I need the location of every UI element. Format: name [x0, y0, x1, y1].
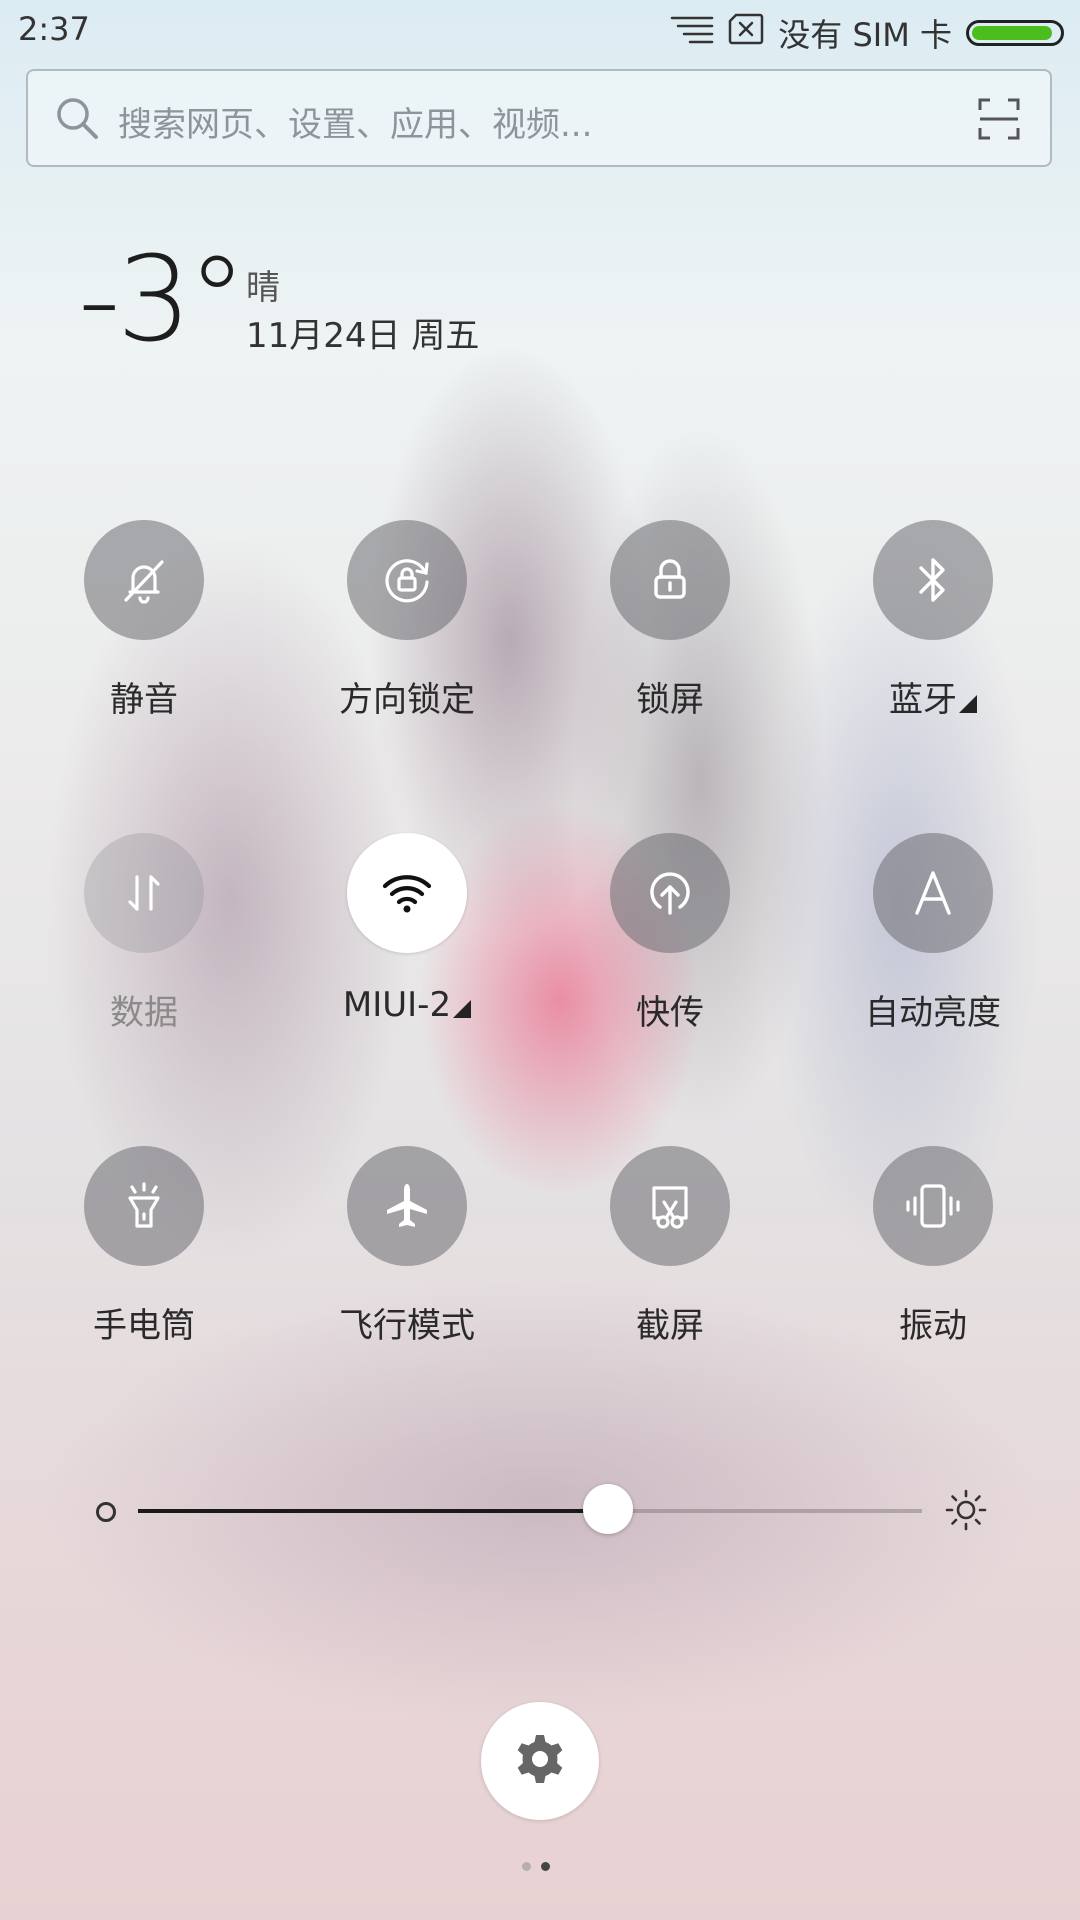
lock-icon: [610, 520, 730, 640]
toggle-label-wifi: MIUI-2: [287, 985, 527, 1025]
search-icon: [54, 95, 100, 145]
toggle-vibrate[interactable]: 振动: [813, 1146, 1053, 1356]
weather-temperature: -3°: [78, 230, 247, 368]
status-icons: 没有 SIM 卡: [670, 10, 1064, 56]
brightness-control: [0, 1470, 1080, 1550]
status-bar: 2:37 没有 SIM 卡: [0, 0, 1080, 60]
battery-icon: [966, 20, 1064, 46]
brightness-high-icon: [944, 1488, 988, 1536]
flashlight-icon: [84, 1146, 204, 1266]
toggle-auto-brightness[interactable]: 自动亮度: [813, 833, 1053, 1043]
page-indicator: [522, 1862, 550, 1871]
brightness-low-icon: [96, 1502, 116, 1522]
bell-off-icon: [84, 520, 204, 640]
notification-lines-icon: [670, 14, 714, 52]
brightness-slider[interactable]: [138, 1484, 922, 1534]
toggle-screenshot[interactable]: 截屏: [550, 1146, 790, 1356]
vibrate-icon: [873, 1146, 993, 1266]
screenshot-icon: [610, 1146, 730, 1266]
toggle-bluetooth[interactable]: 蓝牙: [813, 520, 1053, 730]
toggle-label-silent: 静音: [110, 680, 178, 720]
more-options-icon: [453, 1000, 472, 1018]
airplane-icon: [347, 1146, 467, 1266]
toggle-rotation-lock[interactable]: 方向锁定: [287, 520, 527, 730]
rotation-lock-icon: [347, 520, 467, 640]
weather-condition: 晴: [246, 268, 280, 308]
toggle-label-bluetooth: 蓝牙: [813, 672, 1053, 721]
mobile-data-icon: [84, 833, 204, 953]
wifi-network-name: MIUI-2: [342, 985, 452, 1025]
status-time: 2:37: [18, 10, 90, 48]
auto-brightness-icon: [873, 833, 993, 953]
no-sim-icon: [728, 13, 764, 53]
toggle-flashlight[interactable]: 手电筒: [24, 1146, 264, 1356]
gear-icon: [512, 1731, 568, 1791]
settings-button[interactable]: [481, 1702, 599, 1820]
bluetooth-label-text: 蓝牙: [889, 680, 957, 720]
toggle-label-mobile-data: 数据: [110, 993, 178, 1033]
toggle-label-flashlight: 手电筒: [93, 1306, 195, 1346]
toggle-mobile-data[interactable]: 数据: [24, 833, 264, 1043]
scan-icon[interactable]: [978, 98, 1020, 144]
weather-date: 11月24日 周五: [246, 316, 480, 356]
brightness-slider-fill: [138, 1509, 609, 1513]
toggle-quick-share[interactable]: 快传: [550, 833, 790, 1043]
more-options-icon: [959, 695, 977, 713]
toggle-silent[interactable]: 静音: [24, 520, 264, 730]
battery-level: [972, 26, 1052, 40]
toggle-label-screenshot: 截屏: [636, 1306, 704, 1346]
search-input[interactable]: 搜索网页、设置、应用、视频...: [118, 97, 592, 146]
page-dot-1[interactable]: [522, 1862, 531, 1871]
sim-status-text: 没有 SIM 卡: [778, 16, 952, 54]
search-bar[interactable]: 搜索网页、设置、应用、视频...: [26, 69, 1052, 167]
share-upload-icon: [610, 833, 730, 953]
brightness-slider-thumb[interactable]: [583, 1484, 634, 1534]
toggle-label-airplane-mode: 飞行模式: [339, 1306, 475, 1346]
toggle-label-vibrate: 振动: [899, 1306, 967, 1346]
toggle-label-rotation-lock: 方向锁定: [339, 680, 475, 720]
toggle-label-quick-share: 快传: [636, 993, 704, 1033]
wifi-icon: [347, 833, 467, 953]
toggle-label-lock-screen: 锁屏: [636, 680, 704, 720]
toggle-label-auto-brightness: 自动亮度: [865, 993, 1001, 1033]
page-dot-2[interactable]: [541, 1862, 550, 1871]
toggle-lock-screen[interactable]: 锁屏: [550, 520, 790, 730]
toggle-airplane-mode[interactable]: 飞行模式: [287, 1146, 527, 1356]
toggle-wifi[interactable]: MIUI-2: [287, 833, 527, 1043]
bluetooth-icon: [873, 520, 993, 640]
